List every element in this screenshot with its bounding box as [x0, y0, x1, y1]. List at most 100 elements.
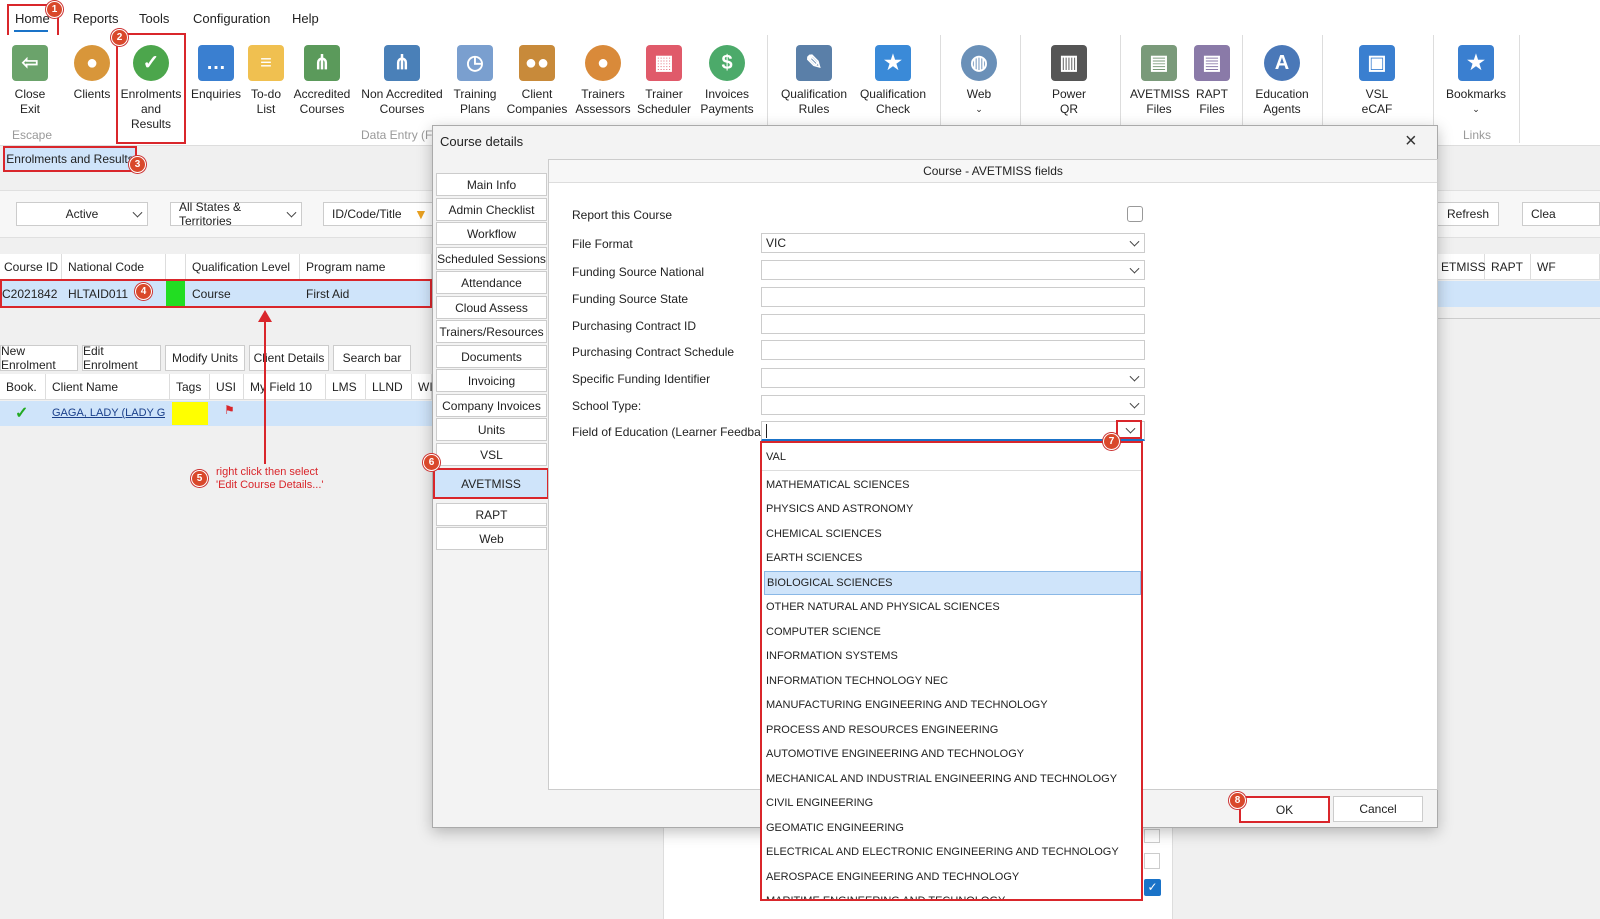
nav-vsl[interactable]: VSL: [436, 443, 547, 466]
accredited-courses-button[interactable]: ⋔ Accredited Courses: [292, 45, 352, 117]
specific-funding-select[interactable]: [761, 368, 1145, 388]
cancel-button[interactable]: Cancel: [1333, 796, 1423, 822]
nav-cloud-assess[interactable]: Cloud Assess: [436, 296, 547, 319]
dropdown-option[interactable]: MARITIME ENGINEERING AND TECHNOLOGY: [764, 889, 1141, 899]
dropdown-option[interactable]: MATHEMATICAL SCIENCES: [764, 473, 1141, 497]
nav-documents[interactable]: Documents: [436, 345, 547, 368]
nav-units[interactable]: Units: [436, 418, 547, 441]
dropdown-option[interactable]: COMPUTER SCIENCE: [764, 620, 1141, 644]
dropdown-option[interactable]: GEOMATIC ENGINEERING: [764, 816, 1141, 840]
col-llnd[interactable]: LLND: [366, 374, 412, 400]
purchasing-contract-schedule-input[interactable]: [761, 340, 1145, 360]
nav-main-info[interactable]: Main Info: [436, 173, 547, 196]
avetmiss-files-button[interactable]: ▤ AVETMISS Files: [1130, 45, 1190, 117]
dropdown-option[interactable]: OTHER NATURAL AND PHYSICAL SCIENCES: [764, 595, 1141, 619]
col-course-id[interactable]: Course ID: [0, 254, 62, 280]
col-color[interactable]: [166, 254, 186, 280]
client-name-link[interactable]: GAGA, LADY (LADY GAG: [52, 407, 165, 419]
dropdown-option[interactable]: BIOLOGICAL SCIENCES: [764, 571, 1141, 595]
new-enrolment-button[interactable]: New Enrolment: [0, 344, 78, 372]
dropdown-option[interactable]: CIVIL ENGINEERING: [764, 791, 1141, 815]
training-plans-button[interactable]: ◷ Training Plans: [452, 45, 498, 117]
dropdown-option[interactable]: AUTOMOTIVE ENGINEERING AND TECHNOLOGY: [764, 742, 1141, 766]
clear-button[interactable]: Clea: [1522, 202, 1600, 226]
nav-attendance[interactable]: Attendance: [436, 271, 547, 294]
modify-units-button[interactable]: Modify Units: [165, 345, 245, 371]
col-wi[interactable]: WI: [412, 374, 433, 400]
dropdown-option[interactable]: MANUFACTURING ENGINEERING AND TECHNOLOGY: [764, 693, 1141, 717]
highlight-dropdown-toggle[interactable]: [1116, 420, 1142, 439]
col-program-name[interactable]: Program name: [300, 254, 432, 280]
purchasing-contract-id-input[interactable]: [761, 314, 1145, 334]
vsl-ecaf-button[interactable]: ▣ VSL eCAF: [1350, 45, 1404, 117]
col-avetmiss[interactable]: ETMISS: [1437, 254, 1486, 280]
search-bar-button[interactable]: Search bar: [333, 345, 411, 371]
school-type-select[interactable]: [761, 395, 1145, 415]
tab-enrolments-results[interactable]: Enrolments and Results: [3, 146, 137, 172]
dropdown-option[interactable]: AEROSPACE ENGINEERING AND TECHNOLOGY: [764, 865, 1141, 889]
col-book[interactable]: Book.: [0, 374, 46, 400]
nav-rapt[interactable]: RAPT: [436, 503, 547, 526]
col-national-code[interactable]: National Code: [62, 254, 166, 280]
nav-avetmiss[interactable]: AVETMISS: [433, 468, 549, 499]
menu-reports[interactable]: Reports: [73, 11, 119, 26]
client-companies-button[interactable]: ●● Client Companies: [505, 45, 569, 117]
qualification-rules-button[interactable]: ✎ Qualification Rules: [776, 45, 852, 117]
menu-help[interactable]: Help: [292, 11, 319, 26]
dropdown-option[interactable]: VAL: [764, 445, 1141, 469]
dropdown-option[interactable]: INFORMATION SYSTEMS: [764, 644, 1141, 668]
menu-configuration[interactable]: Configuration: [193, 11, 270, 26]
nav-scheduled-sessions[interactable]: Scheduled Sessions: [436, 247, 547, 270]
invoices-payments-button[interactable]: $ Invoices Payments: [699, 45, 755, 117]
rapt-files-button[interactable]: ▤ RAPT Files: [1192, 45, 1232, 117]
nav-admin-checklist[interactable]: Admin Checklist: [436, 198, 547, 221]
ok-button[interactable]: OK: [1239, 796, 1330, 823]
non-accredited-courses-button[interactable]: ⋔ Non Accredited Courses: [359, 45, 445, 117]
col-lms[interactable]: LMS: [326, 374, 366, 400]
client-details-button[interactable]: Client Details: [249, 345, 329, 371]
nav-company-invoices[interactable]: Company Invoices: [436, 394, 547, 417]
enquiries-button[interactable]: … Enquiries: [191, 45, 241, 102]
todo-button[interactable]: ≡ To-do List: [246, 45, 286, 117]
dropdown-option[interactable]: PROCESS AND RESOURCES ENGINEERING: [764, 718, 1141, 742]
col-wf[interactable]: WF: [1531, 254, 1600, 280]
clients-button[interactable]: ● Clients: [70, 45, 114, 102]
nav-invoicing[interactable]: Invoicing: [436, 369, 547, 392]
education-agents-button[interactable]: A Education Agents: [1250, 45, 1314, 117]
close-icon[interactable]: ×: [1405, 130, 1417, 153]
dropdown-option[interactable]: ELECTRICAL AND ELECTRONIC ENGINEERING AN…: [764, 840, 1141, 864]
search-input[interactable]: ID/Code/Title ▼: [323, 202, 433, 226]
dropdown-option[interactable]: MECHANICAL AND INDUSTRIAL ENGINEERING AN…: [764, 767, 1141, 791]
web-button[interactable]: ◍ Web ⌄: [957, 45, 1001, 117]
col-usi[interactable]: USI: [210, 374, 244, 400]
col-rapt[interactable]: RAPT: [1485, 254, 1531, 280]
col-my-field-10[interactable]: My Field 10: [244, 374, 326, 400]
bookmarks-button[interactable]: ★ Bookmarks ⌄: [1440, 45, 1512, 117]
dropdown-option[interactable]: PHYSICS AND ASTRONOMY: [764, 497, 1141, 521]
nav-web[interactable]: Web: [436, 527, 547, 550]
edit-enrolment-button[interactable]: Edit Enrolment: [82, 344, 161, 372]
dropdown-option[interactable]: CHEMICAL SCIENCES: [764, 522, 1141, 546]
close-exit-button[interactable]: ⇦ Close Exit: [8, 45, 52, 117]
refresh-button[interactable]: Refresh: [1437, 202, 1499, 226]
report-course-checkbox[interactable]: [1127, 206, 1143, 222]
status-select[interactable]: Active: [16, 202, 148, 226]
file-format-select[interactable]: VIC: [761, 233, 1145, 253]
funding-national-select[interactable]: [761, 260, 1145, 280]
field-of-education-select[interactable]: [761, 421, 1145, 441]
col-client-name[interactable]: Client Name: [46, 374, 170, 400]
col-tags[interactable]: Tags: [170, 374, 210, 400]
trainers-assessors-button[interactable]: ● Trainers Assessors: [575, 45, 631, 117]
qualification-check-button[interactable]: ★ Qualification Check: [855, 45, 931, 117]
funding-state-input[interactable]: [761, 287, 1145, 307]
col-qualification-level[interactable]: Qualification Level: [186, 254, 300, 280]
menu-tools[interactable]: Tools: [139, 11, 169, 26]
power-qr-button[interactable]: ▥ Power QR: [1047, 45, 1091, 117]
dropdown-option[interactable]: INFORMATION TECHNOLOGY NEC: [764, 669, 1141, 693]
states-select[interactable]: All States & Territories: [170, 200, 302, 228]
nav-workflow[interactable]: Workflow: [436, 222, 547, 245]
trainer-scheduler-button[interactable]: ▦ Trainer Scheduler: [636, 45, 692, 117]
nav-trainers-resources[interactable]: Trainers/Resources: [436, 320, 547, 343]
dropdown-option[interactable]: EARTH SCIENCES: [764, 546, 1141, 570]
web-chevron-icon: ⌄: [975, 104, 983, 114]
